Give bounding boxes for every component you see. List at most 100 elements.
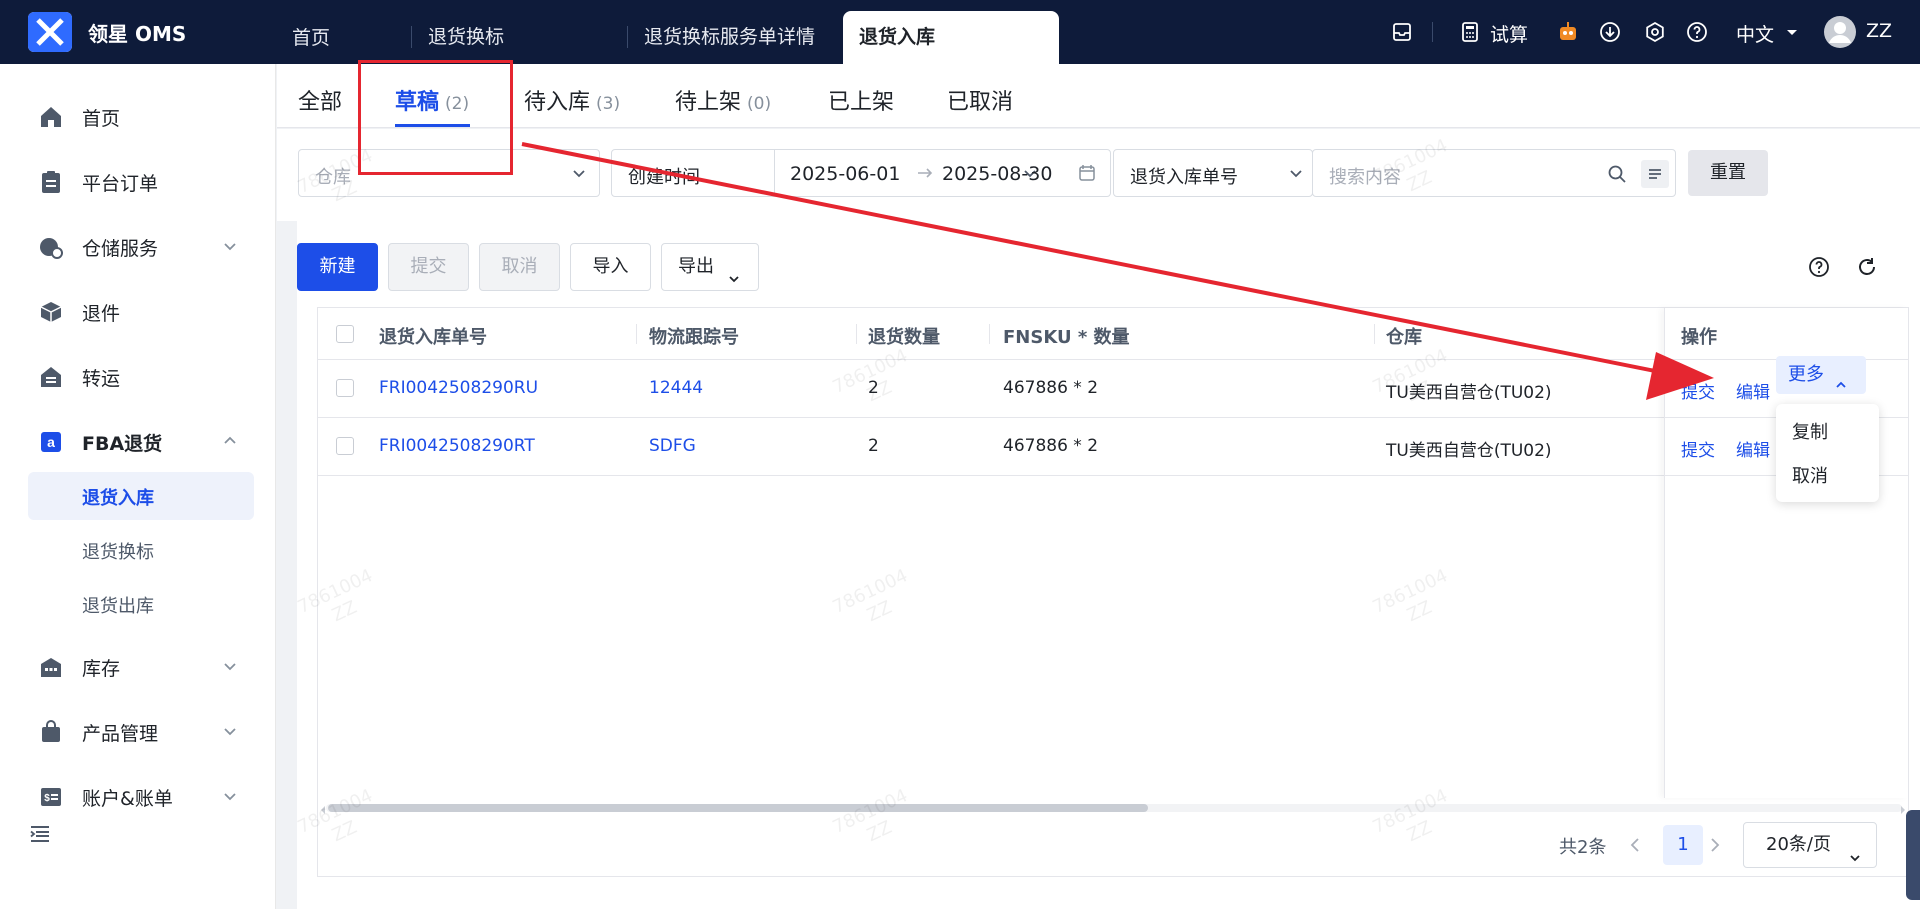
search-field-label: 退货入库单号 (1130, 167, 1238, 188)
refresh-icon[interactable] (1855, 255, 1879, 279)
tab-pending-shelving[interactable]: 待上架 (0) (675, 84, 771, 116)
select-all-checkbox[interactable] (336, 325, 354, 343)
sidebar-subitem-return-inbound[interactable]: 退货入库 (28, 472, 254, 520)
tab-all[interactable]: 全部 (298, 84, 342, 116)
nav-tab-relabel-detail[interactable]: 退货换标服务单详情 (627, 26, 815, 48)
search-input[interactable]: 搜索内容 (1312, 149, 1676, 197)
calculator-icon[interactable] (1458, 20, 1482, 44)
date-start[interactable]: 2025-06-01 (790, 163, 900, 185)
nav-tab-return-inbound[interactable]: 退货入库 (843, 11, 1059, 64)
sidebar-item-transfer[interactable]: 转运 (0, 352, 276, 400)
sidebar-item-fba-returns[interactable]: a FBA退货 (0, 417, 276, 465)
date-range-filter[interactable]: 创建时间 2025-06-01 2025-08-30 (611, 149, 1111, 197)
row-checkbox[interactable] (336, 437, 354, 455)
bill-icon: $ (38, 784, 64, 810)
language-switch[interactable]: 中文 (1736, 20, 1774, 47)
new-button[interactable]: 新建 (297, 243, 378, 291)
bulk-search-icon[interactable] (1641, 160, 1669, 188)
horizontal-scrollbar[interactable] (318, 798, 1908, 816)
tab-shelved[interactable]: 已上架 (828, 84, 894, 116)
chevron-down-icon (222, 788, 238, 804)
inbox-icon[interactable] (1390, 20, 1414, 44)
prev-page-icon[interactable] (1619, 829, 1651, 861)
user-name[interactable]: ZZ (1866, 20, 1892, 42)
scrollbar-thumb[interactable] (328, 804, 1148, 812)
chevron-up-icon (1834, 368, 1848, 388)
sidebar-subitem-relabel[interactable]: 退货换标 (28, 526, 254, 574)
calc-label[interactable]: 试算 (1490, 20, 1528, 47)
return-qty: 2 (868, 436, 879, 456)
menu-item-copy[interactable]: 复制 (1792, 418, 1828, 444)
cancel-button[interactable]: 取消 (479, 243, 560, 291)
pagination-total: 共2条 (1559, 837, 1607, 858)
order-no-link[interactable]: FRI0042508290RU (379, 378, 538, 398)
avatar[interactable] (1824, 16, 1856, 48)
main-content: 新建 提交 取消 导入 导出 退货入库单号 物流跟踪号 退货数量 FNSKU *… (277, 221, 1920, 909)
warehouse-name: TU美西自营仓(TU02) (1386, 383, 1552, 403)
app-logo[interactable] (28, 12, 72, 52)
row-checkbox[interactable] (336, 379, 354, 397)
tab-cancelled[interactable]: 已取消 (947, 84, 1013, 116)
search-field-select[interactable]: 退货入库单号 (1113, 149, 1313, 197)
tab-label: 已取消 (947, 90, 1014, 115)
date-end[interactable]: 2025-08-30 (942, 163, 1052, 185)
sidebar-item-label: 仓储服务 (82, 238, 159, 260)
submit-button[interactable]: 提交 (388, 243, 469, 291)
sidebar-item-inventory[interactable]: 库存 (0, 642, 276, 690)
transfer-icon (38, 364, 64, 390)
robot-icon[interactable] (1556, 20, 1580, 44)
fnsku-qty: 467886 * 2 (1003, 436, 1099, 456)
side-drawer-handle[interactable] (1906, 810, 1920, 900)
help-icon[interactable] (1685, 20, 1709, 44)
collapse-sidebar-icon[interactable] (28, 822, 52, 846)
page-size-select[interactable]: 20条/页 (1743, 822, 1877, 868)
amazon-icon: a (38, 429, 64, 455)
header-tracking-no: 物流跟踪号 (649, 327, 739, 348)
export-button[interactable]: 导出 (661, 243, 759, 291)
sidebar-item-home[interactable]: 首页 (0, 92, 276, 140)
sidebar-item-account-bills[interactable]: $ 账户&账单 (0, 772, 276, 820)
menu-item-cancel[interactable]: 取消 (1792, 462, 1828, 488)
download-icon[interactable] (1598, 20, 1622, 44)
column-divider (1374, 324, 1375, 344)
more-button[interactable]: 更多 (1776, 356, 1866, 394)
nav-tab-relabel[interactable]: 退货换标 (411, 26, 504, 48)
tracking-no-link[interactable]: 12444 (649, 378, 703, 398)
more-label: 更多 (1788, 364, 1824, 385)
tab-label: 全部 (298, 90, 343, 115)
tab-label: 待上架 (675, 90, 742, 115)
date-type-select[interactable]: 创建时间 (628, 163, 700, 189)
chevron-down-icon (222, 238, 238, 254)
return-package-icon (38, 299, 64, 325)
sidebar-item-warehouse-service[interactable]: 仓储服务 (0, 222, 276, 270)
settings-icon[interactable] (1643, 20, 1667, 44)
chevron-down-icon (726, 259, 742, 283)
import-button[interactable]: 导入 (570, 243, 651, 291)
sidebar-item-products[interactable]: 产品管理 (0, 707, 276, 755)
language-chevron-icon[interactable] (1784, 24, 1800, 40)
warehouse-placeholder: 仓库 (315, 167, 351, 188)
reset-button[interactable]: 重置 (1688, 150, 1768, 196)
next-page-icon[interactable] (1699, 829, 1731, 861)
order-no-link[interactable]: FRI0042508290RT (379, 436, 535, 456)
header-order-no: 退货入库单号 (379, 327, 487, 348)
sidebar-item-label: 转运 (82, 368, 121, 390)
nav-tab-home[interactable]: 首页 (292, 14, 330, 64)
sidebar-item-label: 退件 (82, 303, 121, 325)
chevron-down-icon (222, 723, 238, 739)
sidebar-item-platform-orders[interactable]: 平台订单 (0, 157, 276, 205)
tracking-no-link[interactable]: SDFG (649, 436, 696, 456)
annotation-highlight-box (358, 60, 513, 175)
calendar-icon[interactable] (1078, 164, 1096, 182)
sidebar-item-returns[interactable]: 退件 (0, 287, 276, 335)
help-circle-icon[interactable] (1807, 255, 1831, 279)
arrow-right-icon (916, 164, 934, 182)
sidebar-item-label: 首页 (82, 108, 121, 130)
header-return-qty: 退货数量 (868, 327, 940, 348)
search-placeholder: 搜索内容 (1329, 167, 1401, 188)
sidebar: 首页 平台订单 仓储服务 退件 转运 a FBA退货 退货入库 退货换标 退货出… (0, 64, 276, 909)
current-page[interactable]: 1 (1663, 825, 1703, 865)
tab-pending-inbound[interactable]: 待入库 (3) (524, 84, 620, 116)
sidebar-subitem-return-outbound[interactable]: 退货出库 (28, 580, 254, 628)
search-icon[interactable] (1607, 164, 1627, 184)
